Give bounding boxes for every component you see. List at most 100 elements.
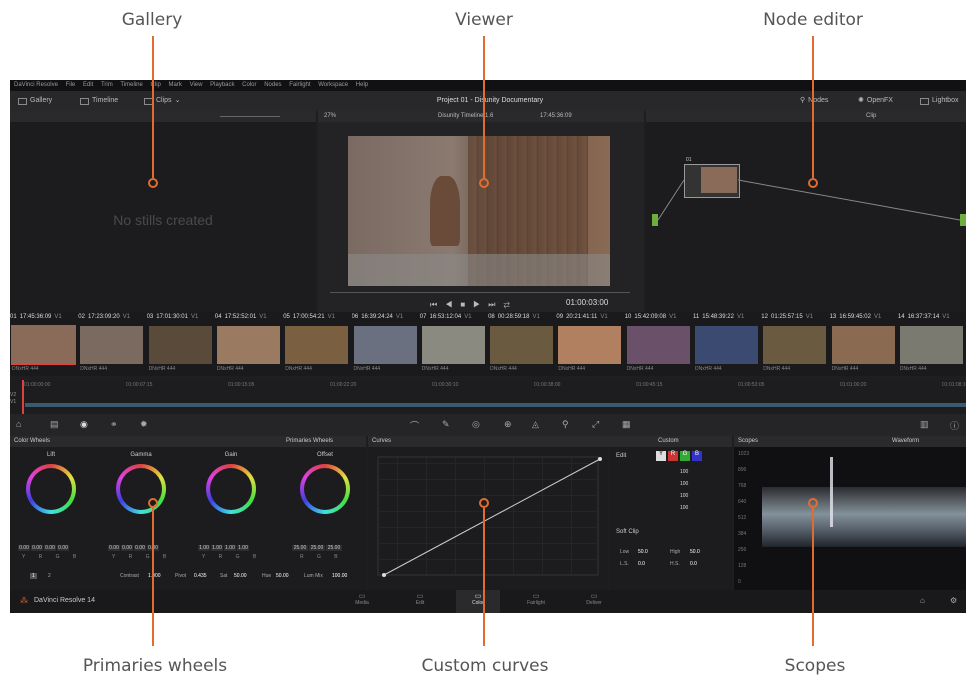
scopes-mode-select[interactable]: Waveform	[892, 436, 919, 447]
clips-toggle-button[interactable]: Clips ⌄	[144, 91, 180, 111]
low-value[interactable]: 50.0	[638, 549, 648, 555]
viewer-scrubber[interactable]	[330, 292, 630, 293]
clip-thumbnail[interactable]: 01 17:45:36:09 V1 DNxHR 444	[10, 312, 77, 376]
pivot-value[interactable]: 0.435	[194, 573, 207, 579]
hue-value[interactable]: 50.00	[276, 573, 289, 579]
page-tab-color[interactable]: ▭ Color	[456, 590, 500, 613]
page-tab-deliver[interactable]: ▭ Deliver	[572, 590, 616, 613]
menu-item[interactable]: Trim	[101, 82, 113, 88]
gallery-zoom-slider[interactable]	[220, 116, 280, 117]
channel-r-button[interactable]: R	[668, 451, 678, 461]
high-value[interactable]: 50.0	[690, 549, 700, 555]
tracker-icon[interactable]: ⊕	[504, 419, 512, 430]
clip-thumbnail[interactable]: 06 16:39:24:24 V1 DNxHR 444	[352, 312, 419, 376]
curves-icon[interactable]: ⌒	[410, 419, 419, 432]
gain-b[interactable]: 1.00	[237, 545, 249, 551]
gamma-y[interactable]: 0.00	[108, 545, 120, 551]
key-icon[interactable]: ⚲	[562, 419, 569, 430]
ls-value[interactable]: 0.0	[638, 561, 645, 567]
gain-values[interactable]: 1.00 1.00 1.00 1.00	[198, 545, 250, 551]
intensity-r[interactable]: 100	[680, 481, 688, 487]
timeline-track-v1[interactable]	[25, 403, 966, 407]
gallery-toggle-button[interactable]: Gallery	[18, 91, 52, 111]
menu-item[interactable]: Color	[242, 82, 256, 88]
channel-g-button[interactable]: G	[680, 451, 690, 461]
gain-g[interactable]: 1.00	[224, 545, 236, 551]
page-1-button[interactable]: 1	[30, 573, 37, 579]
menu-item[interactable]: Edit	[83, 82, 93, 88]
menu-item[interactable]: DaVinci Resolve	[14, 82, 58, 88]
timeline-name[interactable]: Disunity Timeline 1.6	[438, 111, 493, 122]
motion-effects-icon[interactable]: ✹	[140, 419, 148, 430]
curves-graph[interactable]	[368, 447, 608, 590]
lift-g[interactable]: 0.00	[44, 545, 56, 551]
offset-wheel[interactable]	[300, 464, 350, 514]
lightbox-toggle-button[interactable]: Lightbox	[920, 91, 958, 111]
menu-item[interactable]: Mark	[169, 82, 182, 88]
page-tab-edit[interactable]: ▭ Edit	[398, 590, 442, 613]
sat-value[interactable]: 50.00	[234, 573, 247, 579]
sizing-icon[interactable]: ⤢	[592, 419, 599, 430]
channel-y-button[interactable]: Y	[656, 451, 666, 461]
qualifier-icon[interactable]: ✎	[442, 419, 450, 430]
camera-raw-icon[interactable]: ⌂	[16, 419, 21, 429]
intensity-y[interactable]: 100	[680, 469, 688, 475]
lum-mix-value[interactable]: 100.00	[332, 573, 347, 579]
hs-value[interactable]: 0.0	[690, 561, 697, 567]
clip-thumbnail[interactable]: 02 17:23:09:20 V1 DNxHR 444	[78, 312, 145, 376]
gamma-wheel[interactable]	[116, 464, 166, 514]
page-tab-media[interactable]: ▭ Media	[340, 590, 384, 613]
clip-thumbnail[interactable]: 10 15:42:09:08 V1 DNxHR 444	[625, 312, 692, 376]
gamma-r[interactable]: 0.00	[121, 545, 133, 551]
wheels-mode-select[interactable]: Primaries Wheels	[286, 436, 333, 447]
clip-thumbnail[interactable]: 07 16:53:12:04 V1 DNxHR 444	[420, 312, 487, 376]
clip-thumbnail[interactable]: 12 01:25:57:15 V1 DNxHR 444	[761, 312, 828, 376]
gain-r[interactable]: 1.00	[211, 545, 223, 551]
info-icon[interactable]: ⓘ	[950, 419, 959, 432]
contrast-value[interactable]: 1.000	[148, 573, 161, 579]
offset-r[interactable]: 25.00	[292, 545, 308, 551]
scopes-icon[interactable]: ▥	[920, 419, 929, 430]
clip-thumbnail[interactable]: 05 17:00:54:21 V1 DNxHR 444	[283, 312, 350, 376]
gain-y[interactable]: 1.00	[198, 545, 210, 551]
curves-mode-select[interactable]: Custom	[658, 436, 679, 447]
clip-thumbnail[interactable]: 09 20:21:41:11 V1 DNxHR 444	[556, 312, 623, 376]
window-icon[interactable]: ◎	[472, 419, 480, 430]
page-tab-fairlight[interactable]: ▭ Fairlight	[514, 590, 558, 613]
clip-thumbnail[interactable]: 04 17:52:52:01 V1 DNxHR 444	[215, 312, 282, 376]
rgb-mixer-icon[interactable]: ⚭	[110, 419, 118, 430]
color-match-icon[interactable]: ▤	[50, 419, 59, 430]
menu-item[interactable]: Playback	[210, 82, 234, 88]
intensity-b[interactable]: 100	[680, 505, 688, 511]
home-icon[interactable]: ⌂	[920, 596, 925, 605]
offset-g[interactable]: 25.00	[309, 545, 325, 551]
page-2-button[interactable]: 2	[48, 573, 51, 579]
lift-y[interactable]: 0.00	[18, 545, 30, 551]
openfx-toggle-button[interactable]: ✺ OpenFX	[858, 91, 893, 111]
menu-item[interactable]: Timeline	[120, 82, 142, 88]
menu-item[interactable]: Fairlight	[289, 82, 310, 88]
node-mode-select[interactable]: Clip	[866, 111, 876, 122]
playhead[interactable]	[22, 380, 24, 414]
gamma-g[interactable]: 0.00	[134, 545, 146, 551]
lift-b[interactable]: 0.00	[57, 545, 69, 551]
menu-item[interactable]: View	[190, 82, 203, 88]
clip-thumbnail[interactable]: 08 00:28:59:18 V1 DNxHR 444	[488, 312, 555, 376]
intensity-g[interactable]: 100	[680, 493, 688, 499]
menu-item[interactable]: Nodes	[264, 82, 281, 88]
clip-thumbnail[interactable]: 14 16:37:37:14 V1 DNxHR 444	[898, 312, 965, 376]
color-wheels-icon[interactable]: ◉	[80, 419, 88, 430]
transport-controls[interactable]: ⏮◀■▶⏭⇄	[430, 300, 518, 310]
clip-thumbnail[interactable]: 11 15:48:39:22 V1 DNxHR 444	[693, 312, 760, 376]
gain-wheel[interactable]	[206, 464, 256, 514]
timeline-toggle-button[interactable]: Timeline	[80, 91, 118, 111]
lift-r[interactable]: 0.00	[31, 545, 43, 551]
menu-item[interactable]: Help	[356, 82, 368, 88]
lift-values[interactable]: 0.00 0.00 0.00 0.00	[18, 545, 70, 551]
viewer-zoom[interactable]: 27%	[324, 111, 336, 122]
clip-thumbnail[interactable]: 03 17:01:30:01 V1 DNxHR 444	[147, 312, 214, 376]
menu-item[interactable]: Workspace	[318, 82, 348, 88]
menu-item[interactable]: File	[66, 82, 76, 88]
lift-wheel[interactable]	[26, 464, 76, 514]
settings-gear-icon[interactable]: ⚙	[950, 596, 957, 605]
